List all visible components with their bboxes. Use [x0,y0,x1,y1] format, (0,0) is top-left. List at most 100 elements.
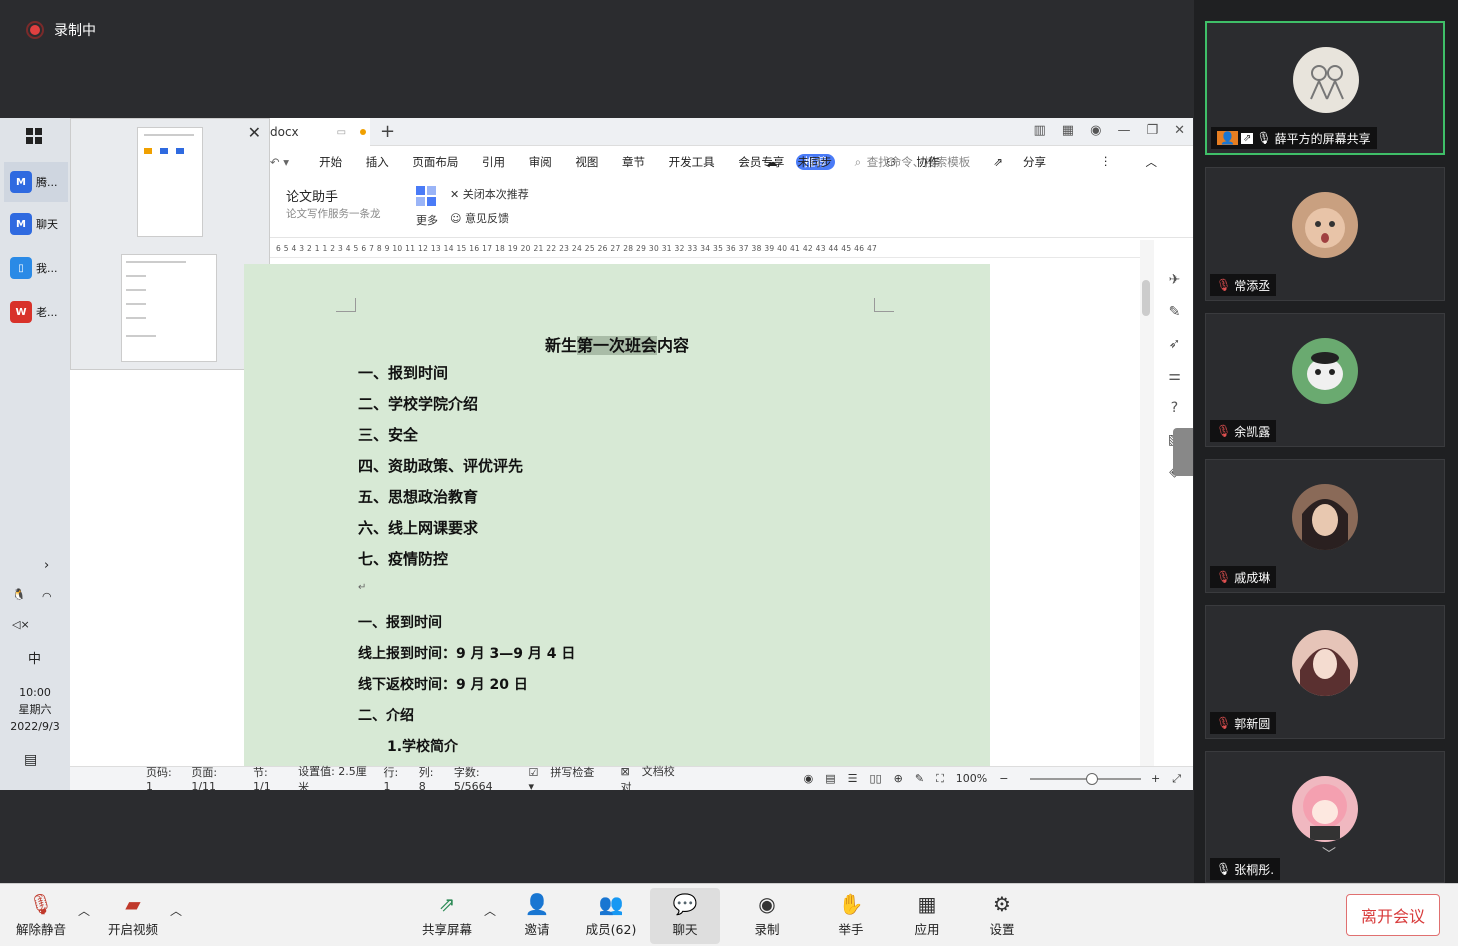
body-line[interactable]: 线下返校时间：9 月 20 日 [358,674,528,694]
outline-line[interactable]: 三、安全 [358,424,418,445]
menu-view[interactable]: 视图 [575,155,598,169]
vertical-scrollbar[interactable] [1140,240,1154,766]
zoom-level[interactable]: 100% [956,772,987,785]
doc-tab[interactable]: docx ▭ [270,118,370,146]
spell-check[interactable]: ☑ 拼写检查 ▾ [528,764,608,790]
unmute-button[interactable]: 🎙 解除静音 [6,888,76,944]
scroll-thumb[interactable] [1142,280,1150,316]
collab-button[interactable]: ⚇ 协作 [886,154,959,170]
chat-button[interactable]: 💬 聊天 [650,888,720,944]
avatar-icon[interactable]: ◉ [1090,123,1101,138]
chevron-down-icon[interactable]: ﹀ [1322,844,1336,864]
body-line[interactable]: 一、报到时间 [358,612,442,632]
more-label[interactable]: 更多 [416,212,438,228]
menu-dev-tools[interactable]: 开发工具 [669,155,715,169]
close-recommend-button[interactable]: ✕ 关闭本次推荐 [450,186,529,202]
participant-tile[interactable]: 👤 ⇗ 🎙 薛平方的屏幕共享 [1205,21,1445,155]
status-words[interactable]: 字数: 5/5664 [454,764,517,790]
new-tab-plus-icon[interactable]: + [380,121,395,142]
collapse-icon[interactable]: ︿ [1146,154,1158,170]
page-view-icon[interactable]: ▤ [825,772,835,785]
close-icon[interactable]: ✕ [248,123,261,142]
members-button[interactable]: 👥 成员(62) [576,888,646,944]
rocket-icon[interactable]: ✈ [1169,272,1181,288]
write-view-icon[interactable]: ✎ [915,772,924,785]
document-area[interactable]: 新生第一次班会内容 一、报到时间 二、学校学院介绍 三、安全 四、资助政策、评优… [244,258,1140,784]
speaker-muted-icon[interactable]: ◁× [12,618,30,631]
help-icon[interactable]: ? [1171,400,1178,416]
outline-line[interactable]: 四、资助政策、评优评先 [358,455,523,476]
settings-button[interactable]: ⚙ 设置 [967,888,1037,944]
body-line[interactable]: 二、介绍 [358,705,414,725]
share-options-caret-icon[interactable]: ︿ [484,902,496,919]
taskbar-item-wps[interactable]: W 老... [4,292,68,332]
document-page[interactable]: 新生第一次班会内容 一、报到时间 二、学校学院介绍 三、安全 四、资助政策、评优… [244,264,990,784]
outline-line[interactable]: 二、学校学院介绍 [358,393,478,414]
body-line[interactable]: 线上报到时间：9 月 3—9 月 4 日 [358,643,575,663]
outline-line[interactable]: 五、思想政治教育 [358,486,478,507]
document-title[interactable]: 新生第一次班会内容 [244,332,990,356]
start-video-button[interactable]: ▰ 开启视频 [98,888,168,944]
grid-icon[interactable]: ▦ [1062,123,1074,138]
preview-thumbnail-1[interactable] [137,127,203,237]
paper-assistant-title[interactable]: 论文助手 [286,186,338,205]
body-line[interactable]: 1.学校简介 [387,736,458,756]
menu-chapter[interactable]: 章节 [622,155,645,169]
taskbar-item-chat[interactable]: M 聊天 [4,204,68,244]
participant-tile[interactable]: 🎙 余凯露 [1205,313,1445,447]
minimize-icon[interactable]: — [1117,123,1130,138]
windows-start-icon[interactable] [26,128,42,144]
web-view-icon[interactable]: ⊕ [894,772,903,785]
taskbar-clock[interactable]: 10:00 星期六 2022/9/3 [0,684,70,735]
raise-hand-button[interactable]: ✋ 举手 [816,888,886,944]
status-pages[interactable]: 页面: 1/11 [191,764,241,790]
zoom-out-icon[interactable]: − [999,772,1008,785]
eye-icon[interactable]: ◉ [804,772,814,785]
participant-tile[interactable]: 🎙 戚成琳 [1205,459,1445,593]
apps-button[interactable]: ▦ 应用 [892,888,962,944]
panel-toggle-handle[interactable] [1173,428,1193,476]
sliders-icon[interactable]: ⚌ [1168,368,1181,384]
menu-review[interactable]: 审阅 [529,155,552,169]
participant-tile[interactable]: 🎙 郭新圆 [1205,605,1445,739]
zoom-in-icon[interactable]: + [1151,772,1160,785]
share-screen-button[interactable]: ⇗ 共享屏幕 [412,888,482,944]
more-icon[interactable]: ⋮ [1100,154,1112,170]
participant-tile[interactable]: 🎙 常添丞 [1205,167,1445,301]
taskbar-item-phone[interactable]: ▯ 我... [4,248,68,288]
menu-reference[interactable]: 引用 [482,155,505,169]
outline-view-icon[interactable]: ☰ [848,772,858,785]
menu-layout[interactable]: 页面布局 [412,155,458,169]
pen-icon[interactable]: ✎ [1169,304,1181,320]
menu-start[interactable]: 开始 [319,155,342,169]
cursor-icon[interactable]: ➶ [1169,336,1181,352]
audio-options-caret-icon[interactable]: ︿ [78,902,90,919]
fullscreen-icon[interactable]: ⤢ [1172,772,1181,786]
invite-button[interactable]: 👤 邀请 [502,888,572,944]
more-grid-icon[interactable] [416,186,436,206]
horizontal-ruler[interactable]: 6 5 4 3 2 1 1 2 3 4 5 6 7 8 9 10 11 12 1… [270,240,1140,258]
menu-insert[interactable]: 插入 [366,155,389,169]
zoom-slider[interactable] [1030,772,1141,785]
close-window-icon[interactable]: ✕ [1174,123,1185,138]
outline-line[interactable]: 六、线上网课要求 [358,517,478,538]
sync-status[interactable]: ☁ 未同步 [766,154,852,170]
preview-thumbnail-2[interactable] [121,254,217,362]
video-options-caret-icon[interactable]: ︿ [170,902,182,919]
share-button[interactable]: ⇗ 分享 [993,154,1066,170]
doc-proof[interactable]: ⊠ 文档校对 [621,763,692,791]
notification-icon[interactable]: ▤ [24,752,37,768]
fit-icon[interactable]: ⛶ [936,772,944,786]
record-button[interactable]: ◉ 录制 [732,888,802,944]
taskbar-item-tencent[interactable]: M 腾... [4,162,68,202]
feedback-button[interactable]: ☺ 意见反馈 [450,210,509,226]
chevron-right-icon[interactable]: › [44,558,49,573]
leave-meeting-button[interactable]: 离开会议 [1346,894,1440,936]
undo-icon[interactable]: ↶ ▾ [270,155,289,169]
outline-line[interactable]: 七、疫情防控 [358,548,448,569]
layout-icon[interactable]: ▥ [1034,123,1046,138]
read-view-icon[interactable]: ▯▯ [870,772,882,785]
qq-icon[interactable]: 🐧 [12,588,26,601]
outline-line[interactable]: 一、报到时间 [358,362,448,383]
wifi-icon[interactable]: ◠ [42,590,52,603]
